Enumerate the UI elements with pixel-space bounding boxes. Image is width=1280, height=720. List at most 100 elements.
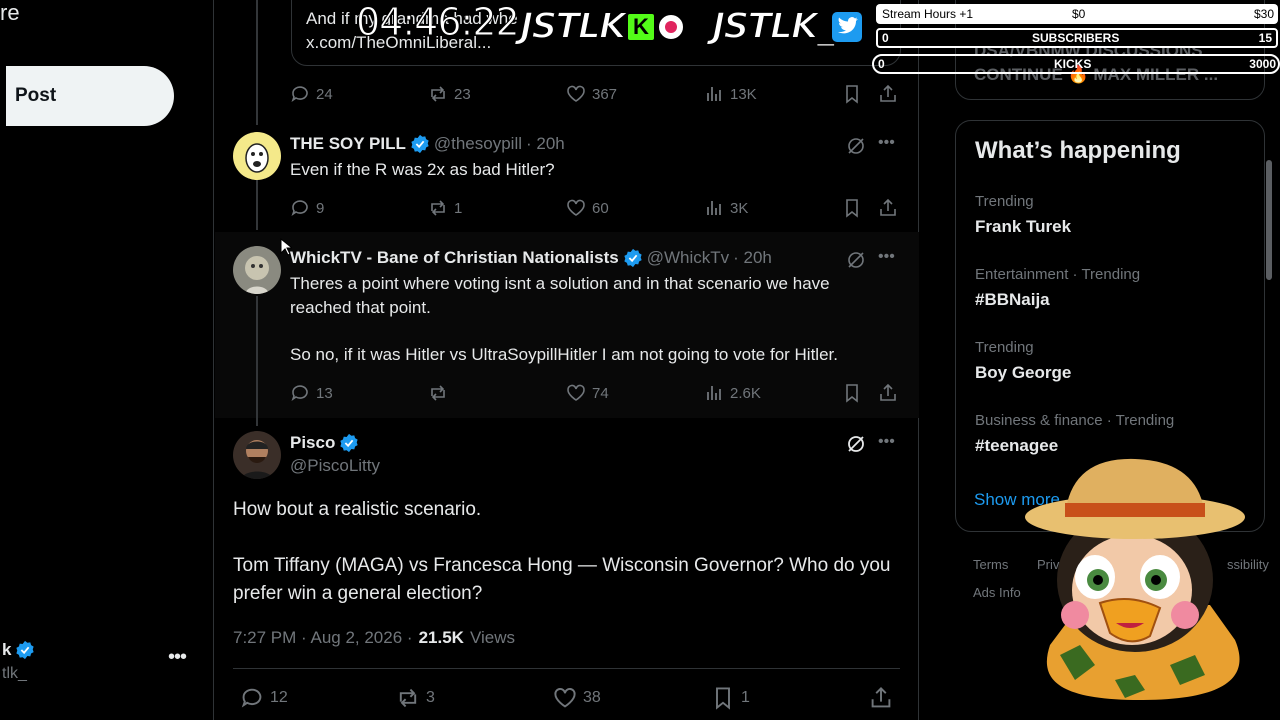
like-count: 38 [583, 689, 601, 706]
bookmark-button[interactable] [842, 84, 862, 104]
author-name[interactable]: THE SOY PILL [290, 134, 406, 154]
views-count: 2.6K [730, 384, 761, 402]
repost-button[interactable]: 23 [428, 84, 471, 104]
post-meta: 7:27 PM · Aug 2, 2026 · 21.5K Views [233, 628, 515, 648]
reply-header: THE SOY PILL @thesoypill · 20h [290, 134, 565, 154]
bookmark-button[interactable]: 1 [711, 686, 750, 710]
avatar[interactable] [233, 431, 281, 479]
post-time[interactable]: · 20h [526, 134, 565, 154]
share-icon [880, 383, 896, 401]
author-handle[interactable]: @WhickTv [647, 248, 729, 268]
share-icon [871, 687, 891, 708]
share-icon [880, 84, 896, 102]
stream-hours-label: Stream Hours +1 [882, 7, 974, 21]
trend-category: Entertainment · Trending [975, 266, 1141, 283]
reply-button[interactable]: 12 [240, 686, 288, 710]
grok-icon[interactable] [846, 250, 866, 270]
account-handle: tlk_ [2, 665, 27, 682]
verified-badge-icon [16, 640, 35, 660]
views-button[interactable]: 13K [704, 84, 757, 104]
soy-face-icon [245, 143, 269, 173]
kicks-current: 0 [878, 57, 885, 71]
reply-count: 13 [316, 384, 333, 402]
share-button[interactable] [878, 383, 898, 403]
reply-button[interactable]: 9 [290, 198, 324, 218]
author-handle[interactable]: @PiscoLitty [290, 456, 380, 476]
thread-connector [256, 180, 258, 230]
more-options-icon[interactable]: ••• [878, 433, 895, 451]
share-button[interactable] [869, 686, 893, 710]
trend-item[interactable]: Boy George [975, 363, 1071, 383]
share-icon [880, 198, 896, 216]
nav-label-stub[interactable]: re [0, 0, 20, 26]
post-time[interactable]: · 20h [733, 248, 772, 268]
account-switcher[interactable]: k [2, 640, 35, 660]
like-button[interactable]: 60 [566, 198, 609, 218]
avatar[interactable] [233, 246, 281, 294]
repost-button[interactable]: 3 [396, 686, 435, 710]
views-button[interactable]: 3K [704, 198, 748, 218]
reply-button[interactable]: 24 [290, 84, 333, 104]
post-button[interactable]: Post [6, 66, 174, 126]
post-timestamp[interactable]: 7:27 PM · Aug 2, 2026 · [233, 628, 413, 648]
heart-icon [554, 688, 576, 708]
like-button[interactable]: 367 [566, 84, 617, 104]
bookmark-button[interactable] [842, 198, 862, 218]
verified-badge-icon [624, 248, 642, 268]
bookmark-count: 1 [741, 689, 750, 706]
author-name[interactable]: Pisco [290, 433, 335, 453]
like-count: 74 [592, 384, 609, 402]
grok-icon[interactable] [846, 434, 866, 454]
repost-icon [431, 86, 445, 102]
reply-header: WhickTV - Bane of Christian Nationalists… [290, 248, 772, 268]
stream-hours-end: $30 [1253, 7, 1274, 21]
grok-icon[interactable] [846, 136, 866, 156]
more-options-icon[interactable]: ••• [878, 134, 895, 152]
trend-category: Trending [975, 339, 1034, 356]
analytics-icon [707, 87, 721, 101]
panel-title: What’s happening [975, 137, 1181, 164]
mouse-cursor-icon [280, 238, 292, 256]
author-handle[interactable]: @thesoypill [434, 134, 522, 154]
bookmark-icon [846, 384, 858, 403]
repost-count: 1 [454, 199, 463, 217]
scrollbar-thumb[interactable] [1266, 160, 1272, 280]
views-count: 21.5K [418, 628, 464, 647]
repost-button[interactable] [428, 383, 454, 403]
views-button[interactable]: 2.6K [704, 383, 761, 403]
trend-item[interactable]: Frank Turek [975, 217, 1071, 237]
avatar[interactable] [233, 132, 281, 180]
reply-count: 12 [270, 689, 288, 706]
author-name[interactable]: WhickTV - Bane of Christian Nationalists [290, 248, 619, 268]
stream-timer: 04:46:22 [356, 0, 521, 45]
whick-avatar-icon [245, 256, 269, 294]
account-more-icon[interactable]: ••• [168, 646, 187, 669]
like-count: 367 [592, 85, 618, 103]
like-button[interactable]: 38 [553, 686, 601, 710]
share-button[interactable] [878, 84, 898, 104]
repost-button[interactable]: 1 [428, 198, 462, 218]
footer-terms-link[interactable]: Terms [973, 557, 1008, 572]
subscribers-goal: 15 [1258, 31, 1272, 45]
record-icon [657, 13, 685, 41]
reply-count: 9 [316, 199, 325, 217]
reply-text: Theres a point where voting isnt a solut… [290, 274, 830, 317]
reply-button[interactable]: 13 [290, 383, 333, 403]
post-text: How bout a realistic scenario. [233, 499, 482, 520]
heart-icon [567, 199, 585, 216]
share-button[interactable] [878, 198, 898, 218]
footer-ads-link[interactable]: Ads Info [973, 585, 1021, 600]
trend-category: Trending [975, 193, 1034, 210]
pisco-avatar-icon [241, 440, 273, 479]
trend-item[interactable]: #teenagee [975, 436, 1058, 456]
verified-badge-icon [411, 134, 429, 154]
like-button[interactable]: 74 [566, 383, 609, 403]
bookmark-button[interactable] [842, 383, 862, 403]
reply-text: So no, if it was Hitler vs UltraSoypillH… [290, 345, 838, 364]
more-options-icon[interactable]: ••• [878, 248, 895, 266]
twitter-bird-icon [830, 10, 864, 44]
kick-badge: K [633, 14, 649, 39]
repost-count: 23 [454, 85, 471, 103]
trend-item[interactable]: #BBNaija [975, 290, 1050, 310]
subscribers-bar: 0 SUBSCRIBERS 15 [876, 28, 1278, 48]
